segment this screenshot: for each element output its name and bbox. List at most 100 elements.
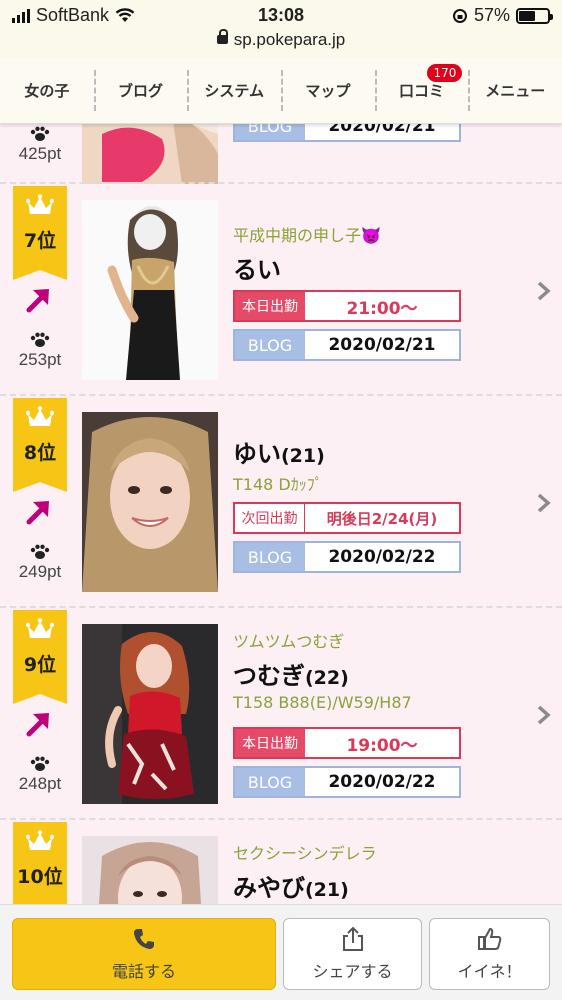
- ranking-row[interactable]: 7位 253pt 平成中期の申し子👿 るい 本日出勤 21:00〜 BLOG 2…: [0, 184, 562, 396]
- trend-up-arrow-icon: [26, 289, 49, 313]
- name-text: みやび: [233, 874, 305, 902]
- rank-number: 7位: [23, 230, 57, 252]
- girl-photo[interactable]: [82, 624, 218, 804]
- status-bar: SoftBank 13:08 57%: [0, 0, 562, 30]
- girl-name: るい: [233, 250, 461, 285]
- blog-date: 2020/02/21: [328, 124, 436, 136]
- rank-badge: 8位: [13, 398, 67, 492]
- catch-phrase: 平成中期の申し子👿: [233, 226, 381, 245]
- girl-age: (22): [305, 667, 349, 689]
- crown-icon: [26, 830, 54, 850]
- review-count-badge: 170: [427, 64, 463, 82]
- thumbs-up-icon: [477, 927, 501, 950]
- tab-label: 女の子: [24, 82, 70, 100]
- blog-link[interactable]: BLOG 2020/02/22: [233, 541, 461, 573]
- shift-label: 本日出勤: [235, 729, 305, 757]
- girl-name: ゆい(21): [233, 434, 461, 469]
- tab-label: 口コミ: [399, 82, 445, 100]
- girl-name: みやび(21): [233, 868, 461, 903]
- battery-icon: [516, 7, 553, 24]
- girl-age: (21): [305, 879, 349, 901]
- shift-label: 本日出勤: [235, 292, 305, 320]
- chevron-right-icon[interactable]: [536, 704, 552, 726]
- trend-up-arrow-icon: [26, 713, 49, 737]
- share-icon: [342, 926, 363, 951]
- name-text: ゆい: [233, 440, 281, 468]
- blog-label: BLOG: [235, 768, 305, 796]
- tab-map[interactable]: マップ: [281, 58, 375, 123]
- url-bar[interactable]: sp.pokepara.jp: [0, 29, 562, 58]
- blog-link[interactable]: BLOG 2020/02/21: [233, 124, 461, 142]
- tab-system[interactable]: システム: [187, 58, 281, 123]
- shift-date: 明後日2/24(月): [326, 509, 438, 528]
- points: 248pt: [18, 774, 62, 793]
- points: 249pt: [18, 562, 62, 581]
- rank-badge: 9位: [13, 610, 67, 704]
- phone-icon: [134, 929, 154, 949]
- call-button[interactable]: 電話する: [12, 918, 276, 990]
- girl-photo[interactable]: [82, 412, 218, 592]
- blog-date: 2020/02/21: [328, 335, 436, 355]
- next-shift: 次回出勤 明後日2/24(月): [233, 502, 461, 534]
- battery-percent: 57%: [473, 5, 510, 25]
- tab-blog[interactable]: ブログ: [93, 58, 188, 123]
- blog-date: 2020/02/22: [328, 547, 436, 567]
- tab-girls[interactable]: 女の子: [0, 58, 94, 123]
- shift-time: 19:00〜: [346, 735, 418, 756]
- girl-photo[interactable]: [82, 836, 218, 904]
- tab-menu[interactable]: メニュー: [468, 58, 562, 123]
- blog-link[interactable]: BLOG 2020/02/22: [233, 766, 461, 798]
- paw-icon: [30, 756, 50, 771]
- paw-icon: [30, 332, 50, 347]
- crown-icon: [26, 194, 54, 214]
- girl-info: セクシーシンデレラ みやび(21): [233, 840, 461, 903]
- ranking-list: 425pt BLOG 2020/02/21 7位 253pt 平成中期の申し子👿…: [0, 124, 562, 904]
- ranking-row[interactable]: 425pt BLOG 2020/02/21: [0, 124, 562, 184]
- like-button[interactable]: イイネ！: [429, 918, 550, 990]
- rank-number: 9位: [23, 654, 57, 676]
- tab-label: マップ: [305, 82, 351, 100]
- status-right: 57%: [452, 5, 553, 26]
- paw-icon: [30, 544, 50, 559]
- girl-photo[interactable]: [82, 124, 218, 184]
- lock-icon: [216, 29, 228, 45]
- footer-action-bar: 電話する シェアする イイネ！: [0, 904, 562, 1000]
- points: 253pt: [18, 350, 62, 369]
- chevron-right-icon[interactable]: [536, 492, 552, 514]
- tab-label: メニュー: [485, 82, 546, 100]
- chevron-right-icon[interactable]: [536, 280, 552, 302]
- tab-reviews[interactable]: 口コミ 170: [374, 58, 469, 123]
- like-label: イイネ！: [457, 962, 522, 981]
- share-label: シェアする: [312, 962, 393, 981]
- crown-icon: [26, 406, 54, 426]
- girl-spec: T158 B88(E)/W59/H87: [233, 693, 412, 712]
- paw-icon: [30, 126, 50, 141]
- rank-number: 8位: [23, 442, 57, 464]
- share-button[interactable]: シェアする: [283, 918, 422, 990]
- girl-info: ゆい(21) T148 Dｶｯﾌﾟ: [233, 430, 461, 495]
- name-text: るい: [233, 256, 281, 284]
- today-shift: 本日出勤 21:00〜: [233, 290, 461, 322]
- girl-spec: T148 Dｶｯﾌﾟ: [233, 475, 323, 494]
- girl-info: ツムツムつむぎ つむぎ(22) T158 B88(E)/W59/H87: [233, 628, 461, 712]
- ranking-row[interactable]: 9位 248pt ツムツムつむぎ つむぎ(22) T158 B88(E)/W59…: [0, 608, 562, 820]
- blog-label: BLOG: [235, 543, 305, 571]
- catch-phrase: ツムツムつむぎ: [233, 632, 345, 651]
- trend-up-arrow-icon: [26, 501, 49, 525]
- today-shift: 本日出勤 19:00〜: [233, 727, 461, 759]
- ranking-row[interactable]: 8位 249pt ゆい(21) T148 Dｶｯﾌﾟ 次回出勤 明後日2/24(…: [0, 396, 562, 608]
- tab-label: ブログ: [118, 82, 164, 100]
- catch-phrase: セクシーシンデレラ: [233, 844, 377, 863]
- ranking-row[interactable]: 10位 セクシーシンデレラ みやび(21): [0, 820, 562, 904]
- rank-number: 10位: [17, 866, 63, 888]
- blog-link[interactable]: BLOG 2020/02/21: [233, 329, 461, 361]
- girl-name: つむぎ(22): [233, 656, 461, 691]
- girl-photo[interactable]: [82, 200, 218, 380]
- crown-icon: [26, 618, 54, 638]
- url-text: sp.pokepara.jp: [233, 30, 346, 49]
- rotation-lock-icon: [452, 8, 467, 23]
- nav-tabs: 女の子 ブログ システム マップ 口コミ 170 メニュー: [0, 58, 562, 124]
- call-label: 電話する: [111, 962, 176, 981]
- tab-label: システム: [204, 82, 264, 100]
- points: 425pt: [18, 144, 62, 163]
